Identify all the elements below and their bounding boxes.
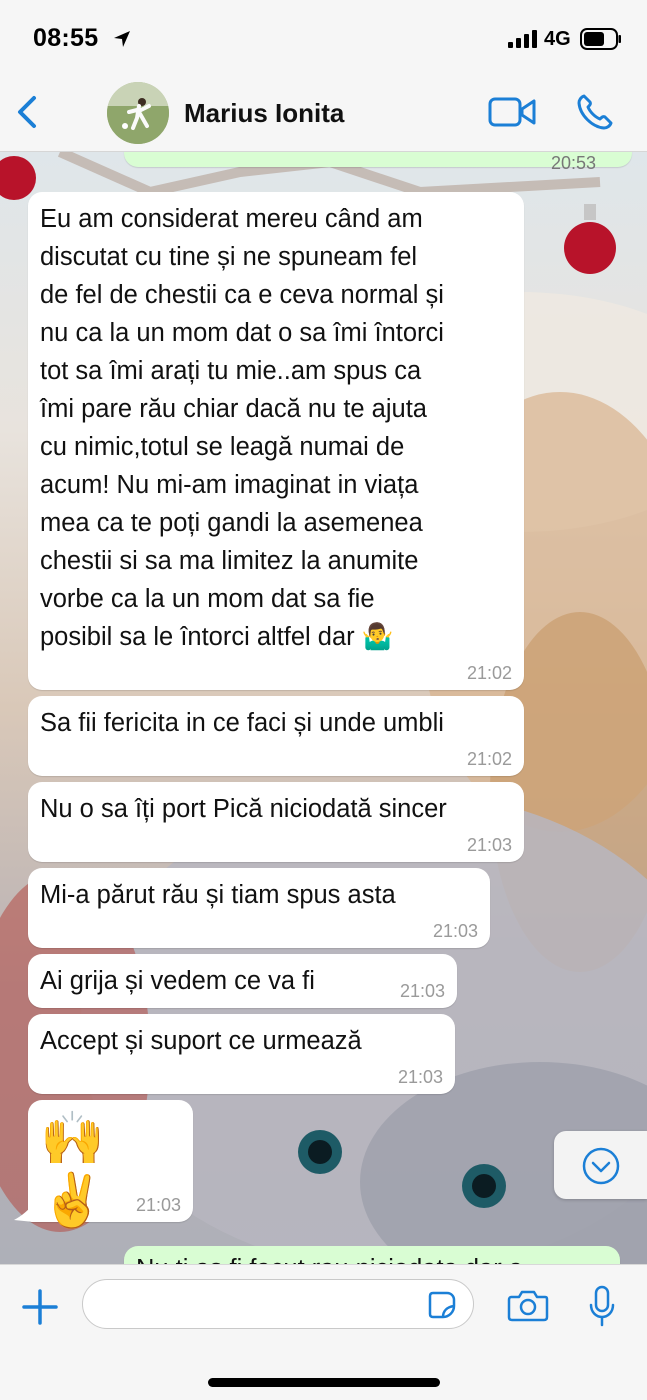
phone-icon[interactable]	[576, 93, 614, 131]
video-camera-icon[interactable]	[488, 95, 536, 129]
message-text: Sa fii fericita in ce faci și unde umbli	[40, 709, 444, 737]
message-text: Mi-a părut rău și tiam spus asta	[40, 881, 396, 909]
message-time: 21:03	[397, 1067, 443, 1087]
chat-wallpaper: 20:53 Eu am considerat mereu când am dis…	[0, 152, 647, 1264]
message-text: Nu o sa îți port Pică niciodată sincer	[40, 795, 447, 823]
message-bubble[interactable]: Sa fii fericita in ce faci și unde umbli…	[28, 696, 524, 776]
scroll-to-bottom-button[interactable]	[554, 1131, 647, 1199]
message-time: 21:03	[135, 1195, 181, 1215]
message-text: Ai grija și vedem ce va fi	[40, 967, 315, 995]
camera-icon[interactable]	[507, 1288, 549, 1322]
message-time: 21:02	[466, 749, 512, 769]
message-bubble[interactable]: Nu o sa îți port Pică niciodată sincer 2…	[28, 782, 524, 862]
avatar-photo	[107, 82, 169, 144]
message-time: 20:53	[550, 153, 596, 173]
message-time: 21:03	[432, 921, 478, 941]
battery-icon	[580, 28, 621, 50]
microphone-icon[interactable]	[588, 1285, 616, 1327]
status-time: 08:55	[33, 24, 99, 52]
message-bubble[interactable]: 🙌 ✌️ 21:03	[28, 1100, 193, 1230]
message-composer	[0, 1264, 647, 1400]
message-bubble[interactable]: Eu am considerat mereu când am discutat …	[28, 192, 524, 690]
chevron-left-icon[interactable]	[10, 92, 44, 132]
contact-name[interactable]: Marius Ionita	[184, 98, 344, 129]
bubble-tail	[14, 1204, 34, 1222]
message-bubble[interactable]: Mi-a părut rău și tiam spus asta 21:03	[28, 868, 490, 948]
signal-strength-icon	[508, 30, 537, 48]
partial-bottom-message[interactable]: Nu ti as fi facut rau niciodata dar a	[124, 1246, 620, 1264]
sticker-icon[interactable]	[427, 1290, 457, 1320]
chevron-down-icon	[582, 1147, 620, 1185]
message-time: 21:02	[466, 663, 512, 683]
message-text: Eu am considerat mereu când am discutat …	[40, 205, 444, 651]
location-arrow-icon	[114, 31, 130, 47]
partial-top-message[interactable]: 20:53	[124, 152, 632, 173]
message-bubble[interactable]: Accept și suport ce urmează 21:03	[28, 1014, 455, 1094]
message-bubble[interactable]: Ai grija și vedem ce va fi 21:03	[28, 954, 457, 1008]
status-bar: 08:55 4G	[0, 0, 647, 78]
chat-header: Marius Ionita	[0, 78, 647, 152]
plus-icon[interactable]	[22, 1289, 58, 1325]
message-input[interactable]	[82, 1279, 474, 1329]
network-type: 4G	[544, 28, 571, 50]
message-time: 21:03	[466, 835, 512, 855]
message-time: 21:03	[399, 981, 445, 1001]
message-text: Nu ti as fi facut rau niciodata dar a	[136, 1250, 608, 1264]
home-indicator	[208, 1378, 440, 1387]
message-text: Accept și suport ce urmează	[40, 1027, 362, 1055]
avatar[interactable]	[107, 82, 169, 144]
